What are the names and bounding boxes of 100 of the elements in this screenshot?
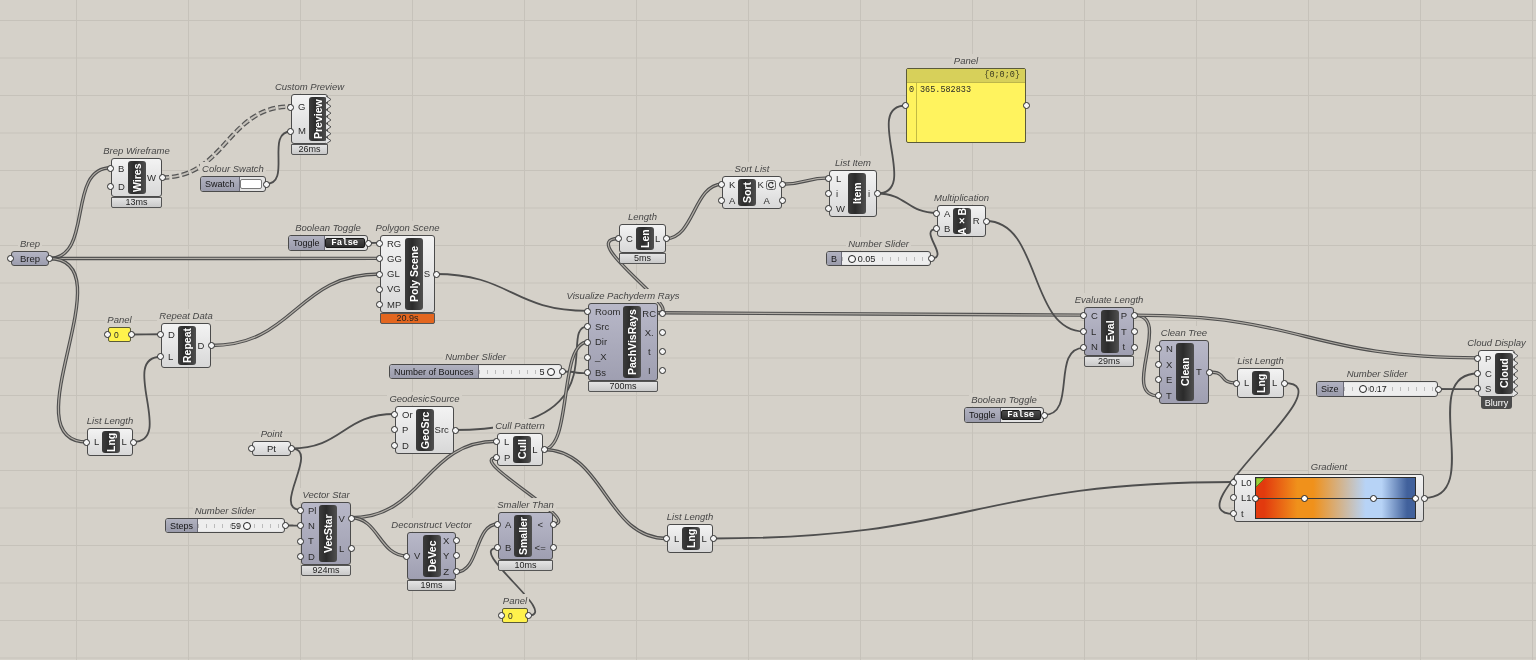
output-port-icon[interactable] (433, 270, 441, 278)
output-label: T (1121, 326, 1127, 337)
input-port-icon[interactable] (248, 445, 255, 452)
output-port-icon[interactable] (348, 545, 355, 553)
slider-grip[interactable] (243, 521, 252, 530)
message-label: Blurry (1480, 397, 1513, 409)
input-label: K (729, 180, 736, 190)
output-port-icon[interactable] (451, 426, 459, 434)
output-port-icon[interactable] (1435, 385, 1442, 393)
output-label: X. (644, 327, 654, 338)
output-port-icon[interactable] (128, 331, 135, 338)
slider-track[interactable]: 5 (478, 366, 560, 377)
output-port-icon[interactable] (1131, 328, 1138, 335)
output-label: L (532, 444, 538, 455)
input-port-icon[interactable] (287, 127, 294, 135)
output-port-icon[interactable] (1421, 494, 1428, 502)
output-port-icon[interactable] (540, 446, 548, 453)
slider-grip[interactable] (546, 367, 555, 376)
component-nickname: Lng (682, 527, 701, 550)
input-port-icon[interactable] (933, 210, 940, 217)
input-port-icon[interactable] (902, 102, 909, 109)
output-port-icon[interactable] (550, 544, 557, 551)
input-port-icon[interactable] (1233, 379, 1240, 387)
input-port-icon[interactable] (494, 544, 501, 551)
output-label: K (757, 180, 764, 190)
input-port-icon[interactable] (494, 521, 501, 528)
input-port-icon[interactable] (107, 164, 114, 172)
profiler-label: 20.9s (380, 313, 435, 324)
output-port-icon[interactable] (1206, 368, 1213, 376)
gradient-grip[interactable] (1411, 494, 1419, 502)
component-nickname: Clean (1175, 343, 1194, 401)
output-port-icon[interactable] (208, 342, 215, 349)
input-port-icon[interactable] (107, 183, 114, 191)
input-port-icon[interactable] (825, 205, 832, 212)
slider-grip[interactable] (847, 254, 856, 263)
input-port-icon[interactable] (104, 331, 111, 338)
gradient-grip[interactable] (1252, 494, 1260, 502)
output-port-icon[interactable] (550, 521, 557, 528)
output-label: < (537, 519, 543, 530)
input-port-icon[interactable] (825, 175, 832, 182)
output-label: P (1120, 311, 1128, 321)
toggle-value[interactable]: False (1000, 410, 1041, 420)
output-port-icon[interactable] (663, 235, 671, 242)
input-port-icon[interactable] (1474, 370, 1481, 377)
output-port-icon[interactable] (659, 310, 667, 317)
output-label: Z (443, 566, 450, 577)
swatch-icon[interactable] (239, 179, 262, 189)
input-port-icon[interactable] (1474, 385, 1481, 392)
output-port-icon[interactable] (659, 348, 667, 355)
output-port-icon[interactable] (130, 438, 137, 446)
output-label: i (867, 188, 871, 199)
profiler-label: 5ms (619, 253, 666, 264)
output-port-icon[interactable] (348, 514, 355, 522)
input-port-icon[interactable] (825, 190, 832, 197)
output-port-icon[interactable] (46, 255, 53, 262)
output-label: X (443, 535, 450, 546)
slider-grip[interactable] (1359, 385, 1368, 393)
output-port-icon[interactable] (659, 367, 667, 374)
output-port-icon[interactable] (1023, 102, 1030, 109)
slider-track[interactable]: 59 (198, 520, 283, 531)
input-port-icon[interactable] (157, 352, 164, 360)
output-port-icon[interactable] (525, 612, 532, 619)
output-port-icon[interactable] (1281, 379, 1288, 387)
output-port-icon[interactable] (710, 535, 717, 542)
output-label: <= (534, 542, 546, 553)
output-label: t (1122, 342, 1126, 352)
input-port-icon[interactable] (287, 103, 294, 111)
node-title: Gradient (1308, 460, 1350, 473)
output-label: R (972, 216, 980, 226)
input-port-icon[interactable] (615, 235, 622, 242)
input-port-icon[interactable] (83, 438, 90, 446)
input-port-icon[interactable] (498, 612, 505, 619)
output-port-icon[interactable] (928, 255, 935, 262)
output-port-icon[interactable] (659, 329, 667, 336)
input-port-icon[interactable] (403, 552, 410, 560)
input-port-icon[interactable] (663, 535, 670, 542)
slider-track[interactable]: 0.05 (842, 253, 929, 264)
toggle-value[interactable]: False (324, 238, 365, 248)
output-port-icon[interactable] (559, 368, 566, 375)
input-port-icon[interactable] (157, 331, 164, 339)
output-port-icon[interactable] (365, 239, 372, 247)
slider-track[interactable]: 0.17 (1343, 383, 1436, 395)
input-port-icon[interactable] (1080, 328, 1087, 335)
gradient-grip[interactable] (1370, 494, 1378, 502)
input-label: B (118, 163, 125, 173)
output-port-icon[interactable] (1041, 411, 1048, 419)
output-port-icon[interactable] (159, 174, 166, 181)
output-port-icon[interactable] (288, 445, 295, 452)
input-port-icon[interactable] (1474, 355, 1481, 362)
input-port-icon[interactable] (7, 255, 14, 262)
output-port-icon[interactable] (874, 190, 881, 197)
node-title: Number Slider (1344, 367, 1410, 380)
output-port-icon[interactable] (983, 217, 990, 225)
node-title: Colour Swatch (200, 162, 266, 175)
output-port-icon[interactable] (282, 522, 289, 529)
gradient-grip[interactable] (1301, 494, 1309, 502)
output-port-icon[interactable] (263, 180, 270, 188)
node-title: Point (258, 427, 285, 440)
input-port-icon[interactable] (933, 225, 940, 232)
node-title: List Length (84, 414, 136, 427)
